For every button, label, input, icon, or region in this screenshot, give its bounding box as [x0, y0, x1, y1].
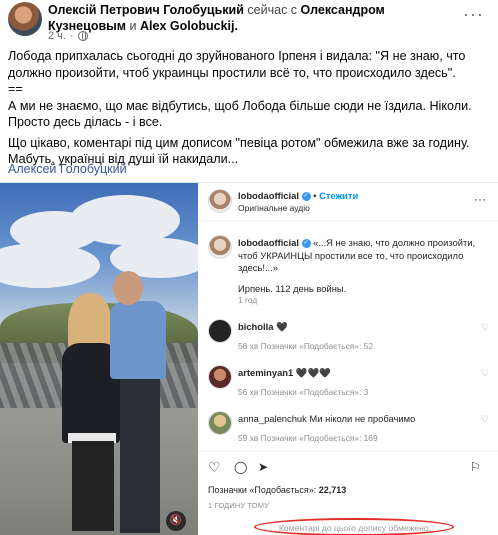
like-heart-icon[interactable]: ♡	[208, 459, 221, 476]
action-bar: ♡ ◯ ➤ ⚐	[208, 459, 488, 479]
post-photo: 🔇	[0, 183, 198, 535]
more-icon[interactable]: ···	[474, 192, 486, 206]
verified-icon: ✓	[301, 192, 311, 202]
comment-text: 🖤	[276, 321, 288, 332]
divider	[198, 451, 498, 452]
highlight-oval	[254, 518, 454, 535]
comment-meta: 58 хв Позначки «Подобається»: 52	[238, 341, 373, 351]
likes-count-row: Позначки «Подобається»: 22,713	[208, 485, 346, 495]
comment-bubble-icon[interactable]: ◯	[234, 460, 247, 474]
likes-count[interactable]: 22,713	[319, 485, 347, 495]
comment-meta: 59 хв Позначки «Подобається»: 169	[238, 433, 378, 443]
author-link[interactable]: Алексей Голобуцкий	[8, 162, 127, 176]
comment-username[interactable]: anna_palenchuk	[238, 413, 307, 424]
caption-avatar[interactable]	[208, 235, 232, 259]
audio-label[interactable]: Оригінальне аудіо	[238, 203, 310, 213]
more-options-icon[interactable]: ···	[463, 4, 484, 25]
header-dot: •	[313, 190, 317, 201]
comment-username[interactable]: bicholla	[238, 321, 273, 332]
heart-icon[interactable]: ♡	[481, 414, 489, 425]
heart-icon[interactable]: ♡	[481, 368, 489, 379]
comment-meta: 56 хв Позначки «Подобається»: 3	[238, 387, 369, 397]
instagram-screenshot: 🔇 lobodaofficial ✓ • Стежити Оригінальне…	[0, 182, 498, 535]
post-body: Лобода припхалась сьогодні до зруйновано…	[8, 48, 492, 168]
post-header: Олексій Петрович Голобуцький сейчас с Ол…	[6, 0, 492, 44]
post-time[interactable]: 2 ч.	[48, 30, 66, 42]
with-text: сейчас с	[247, 3, 298, 17]
caption-username[interactable]: lobodaofficial	[238, 237, 299, 248]
comment-text: 🖤🖤🖤	[295, 367, 331, 378]
mute-icon[interactable]: 🔇	[166, 511, 186, 531]
comment-item: arteminyan1 🖤🖤🖤 56 хв Позначки «Подобаєт…	[208, 365, 493, 405]
profile-avatar[interactable]	[208, 189, 232, 213]
post-paragraph-2: А ми не знаємо, що має відбутись, щоб Ло…	[8, 98, 472, 130]
post-time-ago: 1 ГОДИНУ ТОМУ	[208, 501, 270, 510]
and-text: и	[129, 19, 137, 33]
comment-text: Ми ніколи не пробачимо	[309, 413, 416, 424]
instagram-panel: lobodaofficial ✓ • Стежити Оригінальне а…	[198, 183, 498, 535]
caption: lobodaofficial ✓ «...Я не знаю, что долж…	[208, 235, 493, 305]
globe-icon	[77, 31, 88, 41]
comment-item: bicholla 🖤 58 хв Позначки «Подобається»:…	[208, 319, 493, 359]
bookmark-icon[interactable]: ⚐	[470, 460, 481, 474]
comment-username[interactable]: arteminyan1	[238, 367, 293, 378]
author-avatar[interactable]	[8, 2, 42, 36]
share-icon[interactable]: ➤	[258, 460, 268, 474]
post-paragraph-1: Лобода припхалась сьогодні до зруйновано…	[8, 49, 466, 80]
caption-text-block: lobodaofficial ✓ «...Я не знаю, что долж…	[238, 237, 488, 295]
post-title: Олексій Петрович Голобуцький сейчас с Ол…	[48, 2, 448, 34]
meta-dot: ·	[69, 30, 74, 42]
verified-icon: ✓	[301, 239, 311, 249]
author-name[interactable]: Олексій Петрович Голобуцький	[48, 3, 244, 17]
caption-line-2: Ирпень. 112 день войны.	[238, 282, 347, 294]
commenter-avatar[interactable]	[208, 411, 232, 435]
heart-icon[interactable]: ♡	[481, 322, 489, 333]
commenter-avatar[interactable]	[208, 319, 232, 343]
instagram-header: lobodaofficial ✓ • Стежити Оригінальне а…	[198, 183, 498, 221]
follow-button[interactable]: Стежити	[319, 190, 358, 201]
tagged-user-2[interactable]: Alex Golobuckij.	[140, 19, 238, 33]
header-username[interactable]: lobodaofficial	[238, 190, 299, 201]
comment-item: anna_palenchuk Ми ніколи не пробачимо 59…	[208, 411, 493, 451]
likes-label: Позначки «Подобається»:	[208, 485, 317, 495]
commenter-avatar[interactable]	[208, 365, 232, 389]
caption-meta: 1 год	[238, 295, 258, 305]
post-meta: 2 ч. ·	[48, 30, 88, 42]
post-separator: ==	[8, 82, 23, 96]
